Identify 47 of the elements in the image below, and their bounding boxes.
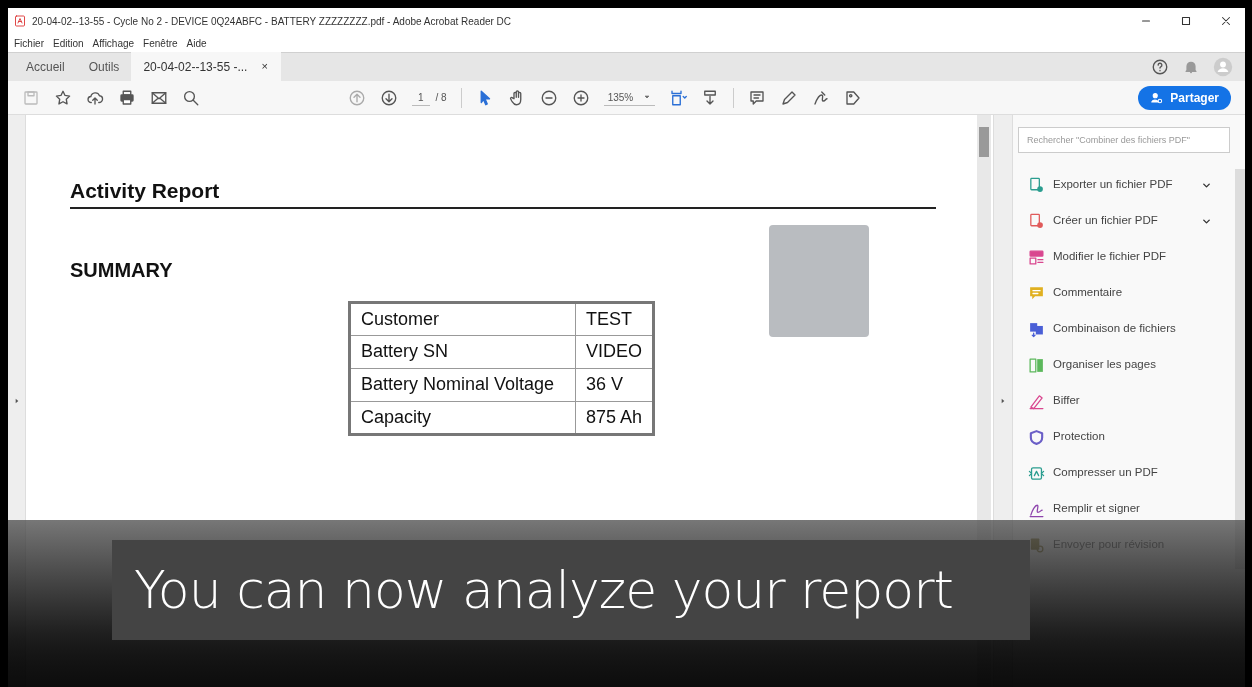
zoom-out-icon[interactable] xyxy=(539,88,558,107)
pdf-file-icon[interactable] xyxy=(14,15,26,27)
menu-item[interactable]: Affichage xyxy=(92,35,135,51)
tool-item[interactable]: Combinaison de fichiers xyxy=(1018,311,1230,347)
menu-item[interactable]: Fenêtre xyxy=(143,35,178,51)
tool-item[interactable]: Exporter un fichier PDF xyxy=(1018,167,1230,203)
user-share-icon[interactable] xyxy=(1150,90,1165,105)
window-title: 20-04-02--13-55 - Cycle No 2 - DEVICE 0Q24ABFC - BATTERY ZZZZZZZZ.pdf - Adobe Acrobat Reader DC xyxy=(32,14,513,29)
table-cell: Battery Nominal Voltage xyxy=(349,368,576,401)
zoom-in-icon[interactable] xyxy=(571,88,590,107)
tab[interactable]: 20-04-02--13-55 -... × xyxy=(131,52,282,81)
tool-item[interactable]: Organiser les pages xyxy=(1018,347,1230,383)
zoom-dropdown[interactable]: 135% xyxy=(603,89,656,106)
tool-item[interactable]: Modifier le fichier PDF xyxy=(1018,239,1230,275)
search-icon[interactable] xyxy=(182,88,200,107)
caption-text: You can now analyze your report xyxy=(134,559,953,622)
menu-item[interactable]: Fichier xyxy=(14,35,44,51)
page-number-field[interactable]: 1 xyxy=(412,89,430,106)
tool-item[interactable]: Protection xyxy=(1018,419,1230,455)
tool-item[interactable]: Créer un fichier PDF xyxy=(1018,203,1230,239)
close-icon[interactable] xyxy=(1219,14,1233,28)
tool-item[interactable]: Biffer xyxy=(1018,383,1230,419)
tool-item[interactable]: Compresser un PDF xyxy=(1018,455,1230,491)
tab[interactable]: Accueil xyxy=(14,52,77,81)
page-count: / 8 xyxy=(435,91,447,105)
menu-item[interactable]: Edition xyxy=(53,35,84,51)
print-icon[interactable] xyxy=(118,88,136,107)
help-icon[interactable] xyxy=(1151,57,1169,76)
table-cell: Customer xyxy=(349,302,576,335)
tool-item[interactable]: Commentaire xyxy=(1018,275,1230,311)
caret-icon[interactable] xyxy=(643,93,652,101)
search-field[interactable]: Rechercher "Combiner des fichiers PDF" xyxy=(1018,127,1230,153)
signature-icon[interactable] xyxy=(812,88,831,107)
tool-item[interactable]: Remplir et signer xyxy=(1018,491,1230,527)
maximize-icon[interactable] xyxy=(1179,14,1193,28)
menu-item[interactable]: Aide xyxy=(186,35,207,51)
report-title: Activity Report xyxy=(70,179,220,202)
comment-icon[interactable] xyxy=(748,88,767,107)
page-fit-icon[interactable] xyxy=(669,88,688,107)
table-cell: Battery SN xyxy=(349,335,576,368)
expand-arrow-icon[interactable] xyxy=(999,397,1007,405)
section-heading: SUMMARY xyxy=(70,257,173,279)
share-button[interactable]: Partager xyxy=(1138,85,1231,110)
tab-close-button[interactable]: × xyxy=(261,58,268,75)
arrow-down-circle-icon[interactable] xyxy=(380,88,398,107)
star-icon[interactable] xyxy=(54,88,72,107)
tab[interactable]: Outils xyxy=(76,52,132,81)
